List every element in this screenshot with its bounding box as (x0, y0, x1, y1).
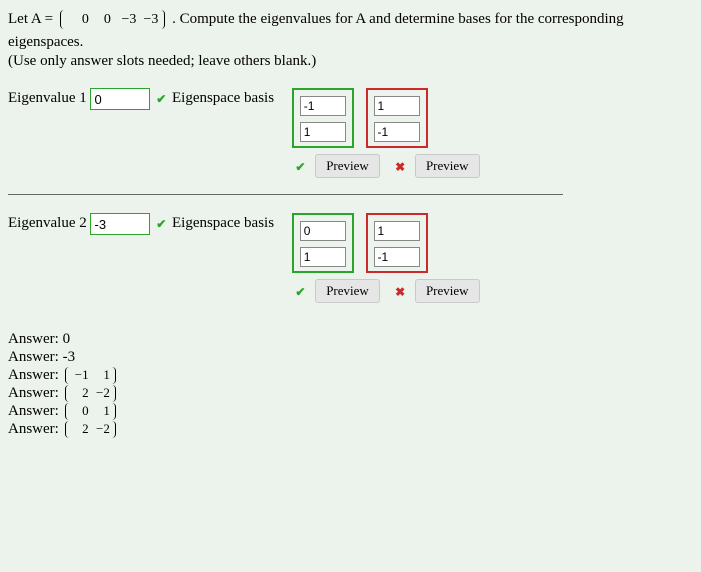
basis-2-vector-2 (366, 213, 428, 273)
question-instruction: (Use only answer slots needed; leave oth… (8, 53, 693, 70)
preview-button[interactable]: Preview (415, 279, 480, 303)
eigenspace-basis-2-label: Eigenspace basis (172, 215, 274, 232)
eigenvalue-2-row: Eigenvalue 2 ✔ Eigenspace basis ✔ Previe… (8, 213, 693, 303)
answer-label: Answer: (8, 421, 59, 437)
check-icon: ✔ (293, 160, 307, 174)
matrix-A: 00 −3−3 (60, 10, 166, 29)
answer-label: Answer: (8, 385, 59, 401)
answer-line: Answer: 0 1 (8, 403, 693, 420)
answer-line: Answer: 0 (8, 331, 693, 348)
question-text: Let A = 00 −3−3 . Compute the eigenvalue… (8, 8, 693, 53)
basis-1-v2-bot[interactable] (374, 122, 420, 142)
basis-2-v2-top[interactable] (374, 221, 420, 241)
basis-2-v1-bot[interactable] (300, 247, 346, 267)
eigenvalue-1-row: Eigenvalue 1 ✔ Eigenspace basis ✔ Previe… (8, 88, 693, 178)
answer-vector: 2 −2 (65, 385, 116, 401)
answer-line: Answer: 2 −2 (8, 385, 693, 402)
basis-2-v2-bot[interactable] (374, 247, 420, 267)
basis-1-vector-1 (292, 88, 354, 148)
answer-vector: 2 −2 (65, 421, 116, 437)
answer-label: Answer: (8, 349, 59, 365)
basis-2-v1-top[interactable] (300, 221, 346, 241)
basis-1-v1-top[interactable] (300, 96, 346, 116)
preview-button[interactable]: Preview (315, 154, 380, 178)
question-prefix: Let A = (8, 11, 57, 27)
answer-label: Answer: (8, 403, 59, 419)
check-icon: ✔ (293, 285, 307, 299)
check-icon: ✔ (154, 217, 168, 231)
preview-button[interactable]: Preview (315, 279, 380, 303)
preview-button[interactable]: Preview (415, 154, 480, 178)
basis-2-vector-1 (292, 213, 354, 273)
answer-line: Answer: -3 (8, 349, 693, 366)
answer-label: Answer: (8, 331, 59, 347)
answer-value: -3 (63, 349, 76, 365)
cross-icon: ✖ (393, 160, 407, 174)
eigenvalue-2-label: Eigenvalue 2 (8, 215, 87, 232)
basis-1-v2-top[interactable] (374, 96, 420, 116)
eigenvalue-2-input[interactable] (90, 213, 150, 235)
check-icon: ✔ (154, 92, 168, 106)
cross-icon: ✖ (393, 285, 407, 299)
separator (8, 194, 563, 195)
basis-1-vector-2 (366, 88, 428, 148)
answer-vector: 0 1 (65, 403, 116, 419)
answer-vector: −1 1 (65, 367, 116, 383)
answer-line: Answer: −1 1 (8, 367, 693, 384)
answer-label: Answer: (8, 367, 59, 383)
answer-line: Answer: 2 −2 (8, 421, 693, 438)
eigenspace-basis-1-label: Eigenspace basis (172, 90, 274, 107)
eigenvalue-1-label: Eigenvalue 1 (8, 90, 87, 107)
answer-value: 0 (63, 331, 71, 347)
answers-block: Answer: 0 Answer: -3 Answer: −1 1 Answer… (8, 331, 693, 438)
basis-1-v1-bot[interactable] (300, 122, 346, 142)
eigenvalue-1-input[interactable] (90, 88, 150, 110)
